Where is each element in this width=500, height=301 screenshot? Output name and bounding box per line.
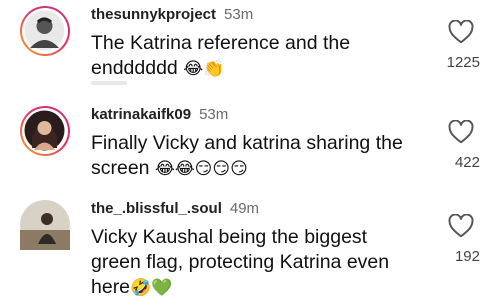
- like-count[interactable]: 192: [420, 248, 480, 265]
- like-count[interactable]: 1225: [420, 54, 480, 71]
- username-text[interactable]: the_.blissful_.soul: [91, 200, 222, 217]
- divider: [91, 81, 127, 85]
- comment-emojis: 😂👏: [183, 59, 225, 79]
- comment-text: Vicky Kaushal being the biggest green fl…: [91, 225, 421, 301]
- comment-emojis: 🤣💚: [130, 278, 173, 298]
- comment-username[interactable]: katrinakaifk09 53m: [91, 106, 228, 123]
- heart-outline-icon[interactable]: [448, 20, 474, 44]
- comment-emojis: 😂😂😏😏😏: [154, 159, 248, 179]
- avatar-image: [24, 10, 65, 51]
- comment-time: 53m: [224, 6, 254, 23]
- comment-username[interactable]: thesunnykproject 53m: [91, 6, 253, 23]
- avatar-image: [20, 200, 70, 250]
- username-text[interactable]: thesunnykproject: [91, 6, 216, 23]
- heart-outline-icon[interactable]: [448, 214, 474, 238]
- avatar-image: [24, 110, 65, 151]
- avatar[interactable]: [20, 6, 70, 56]
- comment-text: The Katrina reference and the endddddd 😂…: [91, 31, 421, 82]
- heart-outline-icon[interactable]: [448, 120, 474, 144]
- comment-username[interactable]: the_.blissful_.soul 49m: [91, 200, 259, 217]
- comment-item: the_.blissful_.soul 49m Vicky Kaushal bei…: [0, 194, 500, 298]
- comment-time: 53m: [199, 106, 229, 123]
- like-count[interactable]: 422: [420, 154, 480, 171]
- comment-time: 49m: [229, 200, 260, 217]
- comment-item: katrinakaifk09 53m Finally Vicky and katr…: [0, 100, 500, 192]
- avatar[interactable]: [20, 200, 70, 250]
- avatar[interactable]: [20, 106, 70, 156]
- comment-item: thesunnykproject 53m The Katrina referenc…: [0, 0, 500, 92]
- username-text[interactable]: katrinakaifk09: [91, 106, 191, 123]
- comment-text: Finally Vicky and katrina sharing the sc…: [91, 131, 421, 182]
